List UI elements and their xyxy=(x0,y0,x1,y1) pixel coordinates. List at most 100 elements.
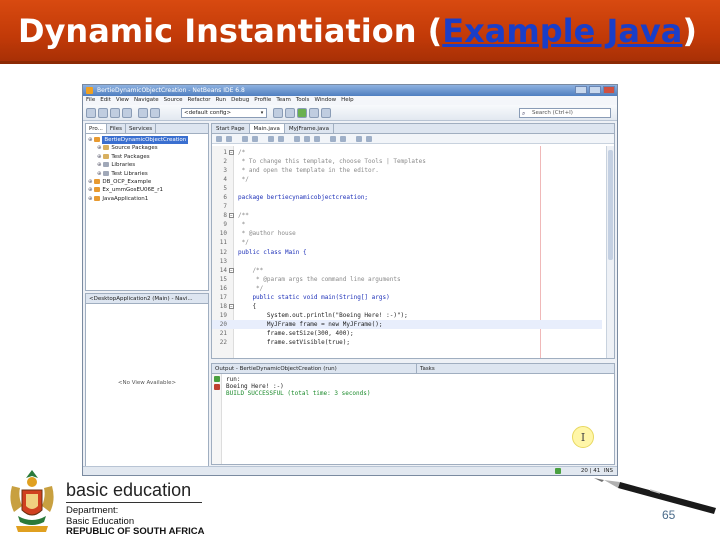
back-icon[interactable] xyxy=(242,136,248,142)
debug-icon[interactable] xyxy=(309,108,319,118)
maximize-icon[interactable] xyxy=(589,86,601,94)
netbeans-app-icon xyxy=(86,87,93,94)
build-icon[interactable] xyxy=(273,108,283,118)
macro-stop-icon[interactable] xyxy=(340,136,346,142)
line-number: 3 xyxy=(223,167,227,175)
fold-toggle-icon[interactable]: − xyxy=(229,303,234,309)
tree-item[interactable]: ⊕ Source Packages xyxy=(88,144,206,152)
tab-tasks[interactable]: Tasks xyxy=(416,364,435,374)
text-cursor-icon: I xyxy=(572,426,594,448)
tab-editor-1[interactable]: Main.java xyxy=(249,124,285,133)
fold-toggle-icon[interactable]: − xyxy=(229,150,234,155)
menu-item-run[interactable]: Run xyxy=(216,96,227,105)
menu-item-edit[interactable]: Edit xyxy=(100,96,111,105)
tree-item[interactable]: ⊕ Ex_ummGosEU06E_r1 xyxy=(88,186,206,194)
tab-project-pane-2[interactable]: Services xyxy=(126,124,157,133)
menu-item-view[interactable]: View xyxy=(116,96,129,105)
fold-toggle-icon[interactable]: − xyxy=(229,267,234,273)
new-project-icon[interactable] xyxy=(98,108,108,118)
menu-item-navigate[interactable]: Navigate xyxy=(134,96,159,105)
forward-icon[interactable] xyxy=(252,136,258,142)
config-select[interactable]: <default config> ▾ xyxy=(181,108,267,118)
minimize-icon[interactable] xyxy=(575,86,587,94)
rerun-icon[interactable] xyxy=(214,376,220,382)
tree-item[interactable]: ⊕ Test Libraries xyxy=(88,170,206,178)
new-file-icon[interactable] xyxy=(86,108,96,118)
line-number: 1 xyxy=(223,149,227,156)
save-all-icon[interactable] xyxy=(122,108,132,118)
search-icon: ⌕ xyxy=(522,110,526,117)
ide-window-title: BertieDynamicObjectCreation - NetBeans I… xyxy=(97,87,245,94)
editor-scrollbar-thumb[interactable] xyxy=(608,150,613,260)
code-line: 18− { xyxy=(212,302,602,311)
source-view-icon[interactable] xyxy=(216,136,222,142)
title-link[interactable]: Example Java xyxy=(442,12,682,50)
title-suffix: ) xyxy=(682,12,698,50)
shift-left-icon[interactable] xyxy=(304,136,310,142)
find-icon[interactable] xyxy=(268,136,274,142)
search-input[interactable]: ⌕ Search (Ctrl+I) xyxy=(519,108,611,118)
profile-icon[interactable] xyxy=(321,108,331,118)
output-title: Output - BertieDynamicObjectCreation (ru… xyxy=(215,366,337,372)
history-icon[interactable] xyxy=(226,136,232,142)
code-line: 2 * To change this template, choose Tool… xyxy=(212,157,602,166)
clean-build-icon[interactable] xyxy=(285,108,295,118)
line-number: 10 xyxy=(219,230,227,238)
undo-icon[interactable] xyxy=(138,108,148,118)
code-text: public static void main(String[] args) xyxy=(238,293,390,301)
menu-item-source[interactable]: Source xyxy=(164,96,183,105)
tree-item-label: Libraries xyxy=(111,162,136,169)
line-number: 17 xyxy=(219,293,227,301)
code-line: 15 * @param args the command line argume… xyxy=(212,275,602,284)
code-line: 17 public static void main(String[] args… xyxy=(212,293,602,302)
menu-item-window[interactable]: Window xyxy=(314,96,336,105)
tree-item[interactable]: ⊕ Libraries xyxy=(88,161,206,169)
run-icon[interactable] xyxy=(297,108,307,118)
projects-pane: Pro... Files Services ⊕ BertieDynamicObjec… xyxy=(85,123,209,291)
macro-record-icon[interactable] xyxy=(330,136,336,142)
code-text: { xyxy=(238,302,257,310)
menu-item-profile[interactable]: Profile xyxy=(254,96,271,105)
output-line: Boeing Here! :-) xyxy=(226,383,284,390)
close-icon[interactable] xyxy=(603,86,615,94)
shift-right-icon[interactable] xyxy=(314,136,320,142)
tree-item[interactable]: ⊕ Test Packages xyxy=(88,153,206,161)
tab-project-pane-0[interactable]: Pro... xyxy=(86,124,107,133)
tab-editor-0[interactable]: Start Page xyxy=(212,124,250,133)
page-number: 65 xyxy=(662,508,676,522)
open-project-icon[interactable] xyxy=(110,108,120,118)
output-line: BUILD SUCCESSFUL (total time: 3 seconds) xyxy=(226,390,371,397)
code-line: 11 */ xyxy=(212,238,602,247)
config-select-value: <default config> xyxy=(184,110,232,116)
library-icon xyxy=(103,162,110,168)
menu-item-refactor[interactable]: Refactor xyxy=(188,96,211,105)
fold-toggle-icon[interactable]: − xyxy=(229,213,234,219)
menu-item-file[interactable]: File xyxy=(86,96,95,105)
redo-icon[interactable] xyxy=(150,108,160,118)
line-number: 7 xyxy=(223,203,227,211)
menu-item-help[interactable]: Help xyxy=(341,96,354,105)
editor-scrollbar[interactable] xyxy=(606,146,614,358)
menu-item-team[interactable]: Team xyxy=(276,96,291,105)
line-number: 13 xyxy=(219,257,227,265)
menu-item-debug[interactable]: Debug xyxy=(231,96,249,105)
tree-item[interactable]: ⊕ JavaApplication1 xyxy=(88,195,206,203)
tree-item[interactable]: ⊕ DB_OCP_Example xyxy=(88,178,206,186)
tab-editor-2[interactable]: MyJFrame.java xyxy=(285,124,334,133)
brand-name: basic education xyxy=(66,480,192,500)
output-line: run: xyxy=(226,376,241,383)
line-number: 15 xyxy=(219,275,227,283)
tree-item[interactable]: ⊕ BertieDynamicObjectCreation xyxy=(88,136,206,145)
comment-icon[interactable] xyxy=(356,136,362,142)
code-text: frame.setVisible(true); xyxy=(238,338,350,346)
code-text: */ xyxy=(238,239,249,247)
stop-icon[interactable] xyxy=(214,384,220,390)
find-next-icon[interactable] xyxy=(278,136,284,142)
tab-project-pane-1[interactable]: Files xyxy=(107,124,126,133)
code-area[interactable]: 1−/* 2 * To change this template, choose … xyxy=(212,146,614,358)
toggle-bookmark-icon[interactable] xyxy=(294,136,300,142)
code-line: 16 */ xyxy=(212,284,602,293)
uncomment-icon[interactable] xyxy=(366,136,372,142)
menu-item-tools[interactable]: Tools xyxy=(296,96,310,105)
insert-mode: INS xyxy=(603,468,613,474)
